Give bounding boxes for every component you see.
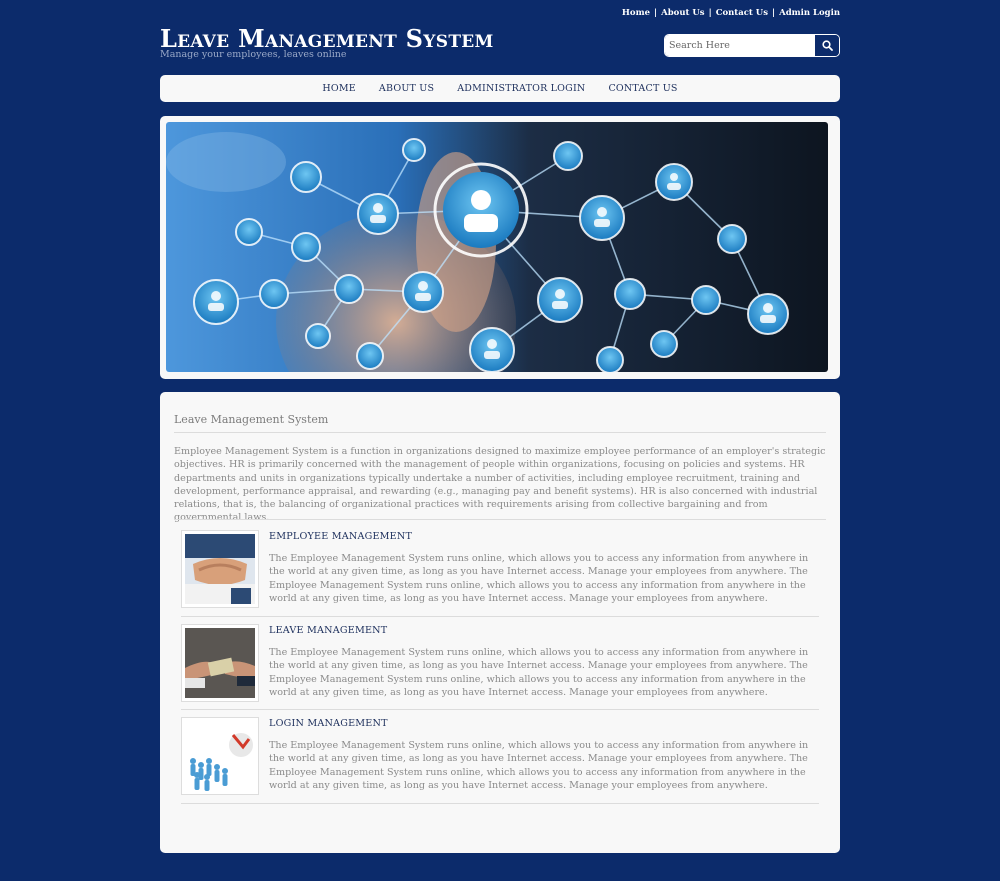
employee-management-title: EMPLOYEE MANAGEMENT [269,531,413,542]
nav-contact-us[interactable]: CONTACT US [597,83,689,94]
item-divider [181,616,819,617]
main-nav: HOME ABOUT US ADMINISTRATOR LOGIN CONTAC… [160,75,840,102]
intro-text: Employee Management System is a function… [174,446,826,524]
banner-panel [160,116,840,379]
login-management-thumbnail [181,717,259,795]
item-divider [181,709,819,710]
toplink-home[interactable]: Home [622,8,650,18]
search-icon [821,40,833,51]
content-panel: Leave Management System Employee Managem… [160,392,840,853]
employee-management-thumbnail [181,530,259,608]
employee-management-text: The Employee Management System runs onli… [269,553,809,604]
leave-management-thumbnail [181,624,259,702]
toplink-about-us[interactable]: About Us [661,8,704,18]
leave-management-text: The Employee Management System runs onli… [269,647,809,698]
toplink-contact-us[interactable]: Contact Us [716,8,768,18]
intro-divider [174,519,826,520]
login-management-text: The Employee Management System runs onli… [269,740,809,791]
toplink-admin-login[interactable]: Admin Login [779,8,840,18]
top-links: Home | About Us | Contact Us | Admin Login [621,8,840,18]
login-management-title: LOGIN MANAGEMENT [269,718,388,729]
nav-home[interactable]: HOME [311,83,368,94]
search-button[interactable] [815,35,839,56]
nav-about-us[interactable]: ABOUT US [367,83,445,94]
title-divider [174,432,826,433]
nav-administrator-login[interactable]: ADMINISTRATOR LOGIN [446,83,597,94]
banner-image [166,122,828,372]
content-title: Leave Management System [174,413,329,426]
leave-management-title: LEAVE MANAGEMENT [269,625,388,636]
item-divider [181,803,819,804]
site-logo[interactable]: Leave Management System Manage your empl… [160,26,494,61]
search-box [664,34,840,57]
search-input[interactable] [665,35,815,56]
